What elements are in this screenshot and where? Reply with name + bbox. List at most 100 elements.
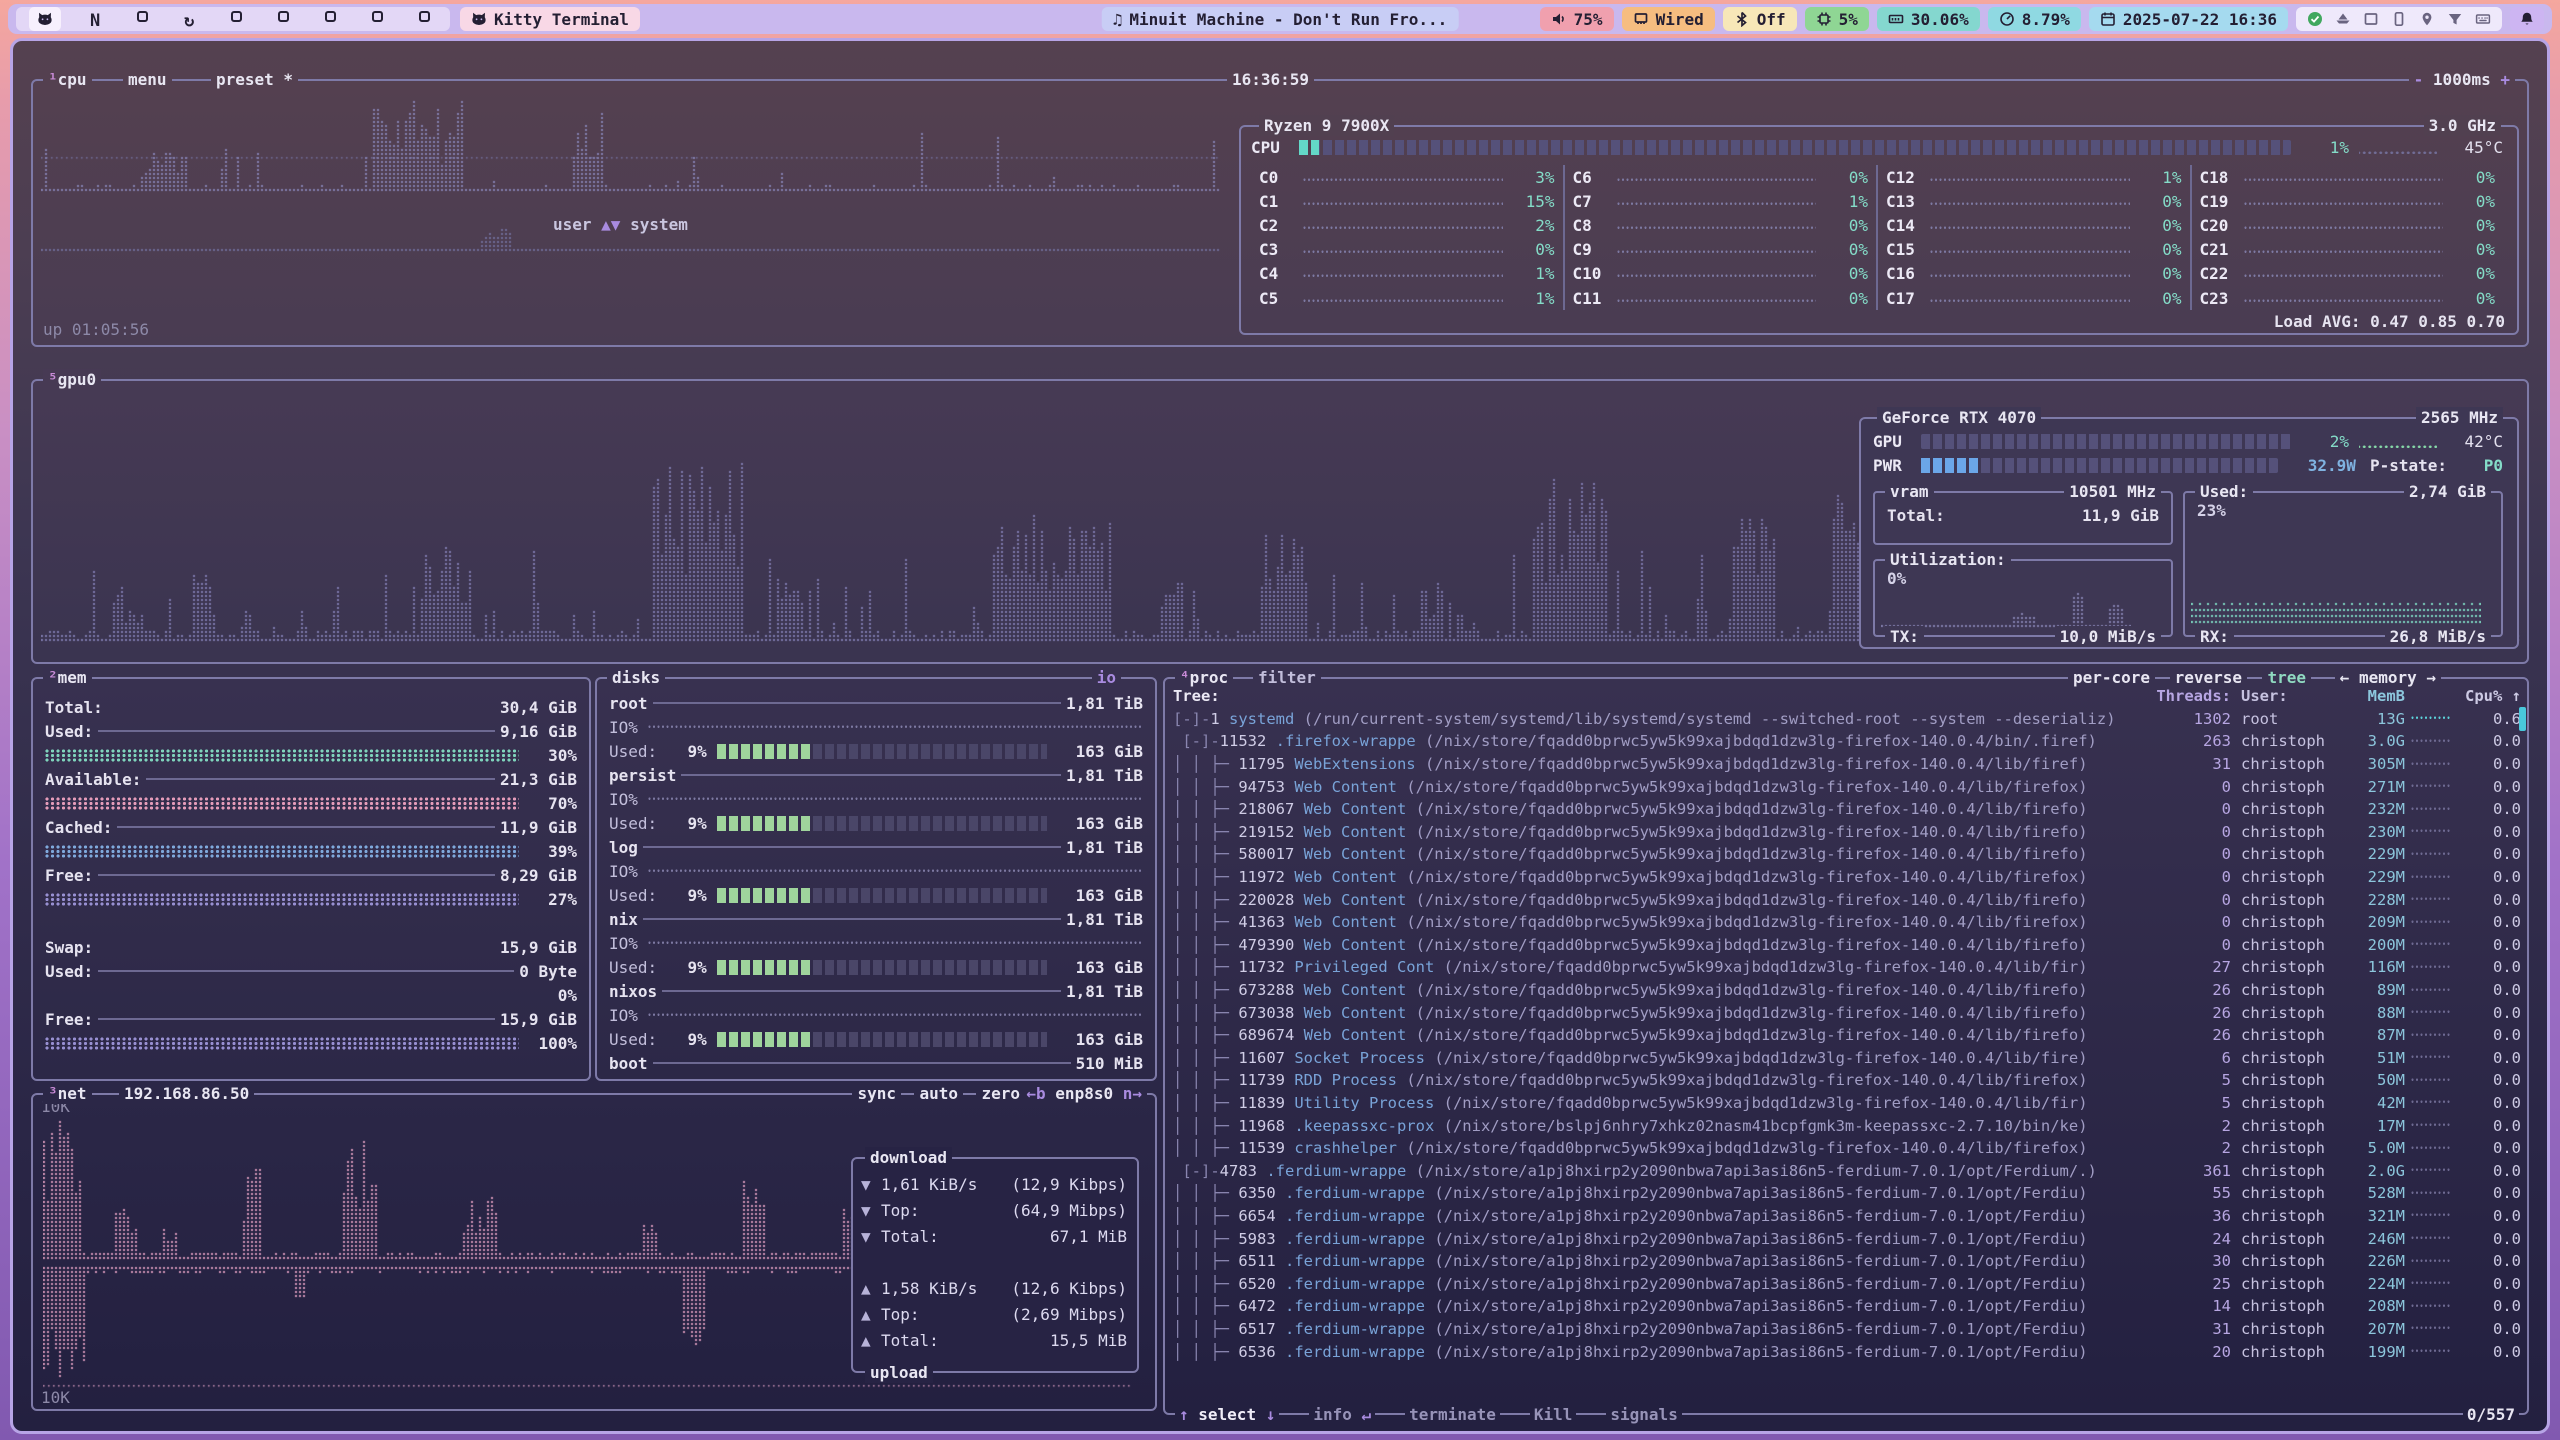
process-row[interactable]: │ │ ├─ 6517 .ferdium-wrappe (/nix/store/… [1173,1318,2521,1341]
process-row[interactable]: │ │ ├─ 219152 Web Content (/nix/store/fq… [1173,821,2521,844]
process-row[interactable]: │ │ ├─ 11539 crashhelper (/nix/store/fqa… [1173,1137,2521,1160]
process-memory: 50M [2343,1071,2405,1089]
menu-button[interactable]: menu [123,69,172,90]
notifications-button[interactable] [2510,7,2544,31]
process-row[interactable]: │ │ ├─ 6472 .ferdium-wrappe (/nix/store/… [1173,1295,2521,1318]
process-row[interactable]: │ │ ├─ 11739 RDD Process (/nix/store/fqa… [1173,1069,2521,1092]
process-threads: 1302 [2147,710,2231,728]
workspace-2[interactable]: N [88,9,108,29]
location-pin-icon[interactable] [2419,11,2435,27]
bluetooth-module[interactable]: Off [1723,7,1797,31]
process-cpu: 0.0 [2457,1162,2521,1180]
tx-label: TX: [1885,626,1924,647]
process-row[interactable]: │ │ ├─ 6654 .ferdium-wrappe (/nix/store/… [1173,1205,2521,1228]
volume-module[interactable]: 75% [1540,7,1614,31]
process-cpu: 0.0 [2457,1094,2521,1112]
footer-action-select[interactable]: ↑ select ↓ [1175,1404,1279,1425]
disks-box-title: disks [607,667,665,688]
core-name: C12 [1886,168,1928,187]
process-row[interactable]: │ │ ├─ 6350 .ferdium-wrappe (/nix/store/… [1173,1182,2521,1205]
sort-column-switcher[interactable]: ← memory → [2335,667,2441,688]
preset-button[interactable]: preset * [211,69,298,90]
active-window-pill[interactable]: Kitty Terminal [460,7,640,31]
workspace-6[interactable] [276,9,296,29]
process-row[interactable]: │ │ ├─ 5983 .ferdium-wrappe (/nix/store/… [1173,1227,2521,1250]
meter-pct: 39% [519,842,577,861]
workspace-switcher[interactable]: N↻ [16,7,450,31]
process-row[interactable]: │ │ ├─ 11732 Privileged Cont (/nix/store… [1173,956,2521,979]
process-row[interactable]: │ │ ├─ 673038 Web Content (/nix/store/fq… [1173,1001,2521,1024]
process-row[interactable]: │ │ ├─ 6511 .ferdium-wrappe (/nix/store/… [1173,1250,2521,1273]
process-row[interactable]: │ │ ├─ 94753 Web Content (/nix/store/fqa… [1173,775,2521,798]
cpu-module[interactable]: 5% [1805,7,1869,31]
scrollbar-thumb[interactable] [2519,707,2526,731]
bluetooth-icon [1734,11,1750,27]
workspace-4[interactable]: ↻ [182,9,202,29]
process-row[interactable]: [-]-1 systemd (/run/current-system/syste… [1173,708,2521,731]
user-column-header[interactable]: User: [2231,687,2343,705]
footer-action-kill[interactable]: Kill [1530,1404,1577,1425]
zero-toggle[interactable]: zero [976,1083,1025,1104]
meter-dots [45,989,519,1002]
process-info: │ │ ├─ 689674 Web Content (/nix/store/fq… [1173,1026,2147,1044]
io-label: IO% [609,862,648,881]
disk-module[interactable]: 8.79% [1988,7,2081,31]
keyboard-icon[interactable] [2475,11,2491,27]
funnel-icon[interactable] [2447,11,2463,27]
media-player-pill[interactable]: ♫ Minuit Machine - Don't Run Fro... [1102,7,1459,31]
process-row[interactable]: │ │ ├─ 689674 Web Content (/nix/store/fq… [1173,1024,2521,1047]
memory-column-header[interactable]: MemB [2343,687,2405,705]
workspace-3[interactable] [135,9,155,29]
boat-icon[interactable] [2335,11,2351,27]
check-circle-icon[interactable] [2307,11,2323,27]
footer-action-signals[interactable]: signals [1606,1404,1681,1425]
workspace-9[interactable] [417,9,437,29]
process-row[interactable]: [-]-4783 .ferdium-wrappe (/nix/store/a1p… [1173,1159,2521,1182]
process-row[interactable]: │ │ ├─ 11968 .keepassxc-prox (/nix/store… [1173,1114,2521,1137]
footer-action-info[interactable]: info ↵ [1309,1404,1375,1425]
workspace-7[interactable] [323,9,343,29]
io-mode-button[interactable]: io [1092,667,1121,688]
footer-action-terminate[interactable]: terminate [1405,1404,1500,1425]
core-usage-pct: 0% [2449,240,2495,259]
clock-module[interactable]: 2025-07-22 16:36 [2089,7,2288,31]
filter-button[interactable]: filter [1253,667,1321,688]
process-row[interactable]: │ │ ├─ 6536 .ferdium-wrappe (/nix/store/… [1173,1340,2521,1363]
core-usage-pct: 0% [2136,240,2182,259]
process-pid: 220028 [1238,891,1303,909]
process-row[interactable]: │ │ ├─ 11795 WebExtensions (/nix/store/f… [1173,753,2521,776]
process-row[interactable]: │ │ ├─ 11607 Socket Process (/nix/store/… [1173,1047,2521,1070]
process-threads: 27 [2147,958,2231,976]
workspace-8[interactable] [370,9,390,29]
process-row[interactable]: │ │ ├─ 11839 Utility Process (/nix/store… [1173,1092,2521,1115]
process-row[interactable]: │ │ ├─ 479390 Web Content (/nix/store/fq… [1173,934,2521,957]
memory-module[interactable]: 30.06% [1877,7,1980,31]
tree-branch: │ │ ├─ [1173,778,1238,796]
interface-switcher[interactable]: ←b enp8s0 n→ [1021,1083,1147,1104]
process-name: .ferdium-wrappe [1285,1320,1434,1338]
workspace-1[interactable] [29,7,61,31]
process-row[interactable]: │ │ ├─ 220028 Web Content (/nix/store/fq… [1173,888,2521,911]
network-module[interactable]: Wired [1622,7,1715,31]
threads-column-header[interactable]: Threads: [2147,687,2231,705]
auto-toggle[interactable]: auto [914,1083,963,1104]
gpu-tx-graph [1881,581,2131,629]
reverse-toggle[interactable]: reverse [2170,667,2247,688]
process-user: christoph [2231,1071,2343,1089]
workspace-5[interactable] [229,9,249,29]
window-icon[interactable] [2363,11,2379,27]
cpu-column-header[interactable]: Cpu% ↑ [2457,687,2521,705]
tree-branch: [-]- [1173,732,1220,750]
per-core-toggle[interactable]: per-core [2068,667,2155,688]
phone-icon[interactable] [2391,11,2407,27]
update-interval-control[interactable]: - 1000ms + [2409,69,2515,90]
process-row[interactable]: │ │ ├─ 6520 .ferdium-wrappe (/nix/store/… [1173,1272,2521,1295]
tree-toggle[interactable]: tree [2262,667,2311,688]
sync-toggle[interactable]: sync [852,1083,901,1104]
process-row[interactable]: │ │ ├─ 673288 Web Content (/nix/store/fq… [1173,979,2521,1002]
process-row[interactable]: [-]-11532 .firefox-wrappe (/nix/store/fq… [1173,730,2521,753]
process-row[interactable]: │ │ ├─ 41363 Web Content (/nix/store/fqa… [1173,911,2521,934]
process-row[interactable]: │ │ ├─ 11972 Web Content (/nix/store/fqa… [1173,866,2521,889]
process-row[interactable]: │ │ ├─ 218067 Web Content (/nix/store/fq… [1173,798,2521,821]
process-row[interactable]: │ │ ├─ 580017 Web Content (/nix/store/fq… [1173,843,2521,866]
